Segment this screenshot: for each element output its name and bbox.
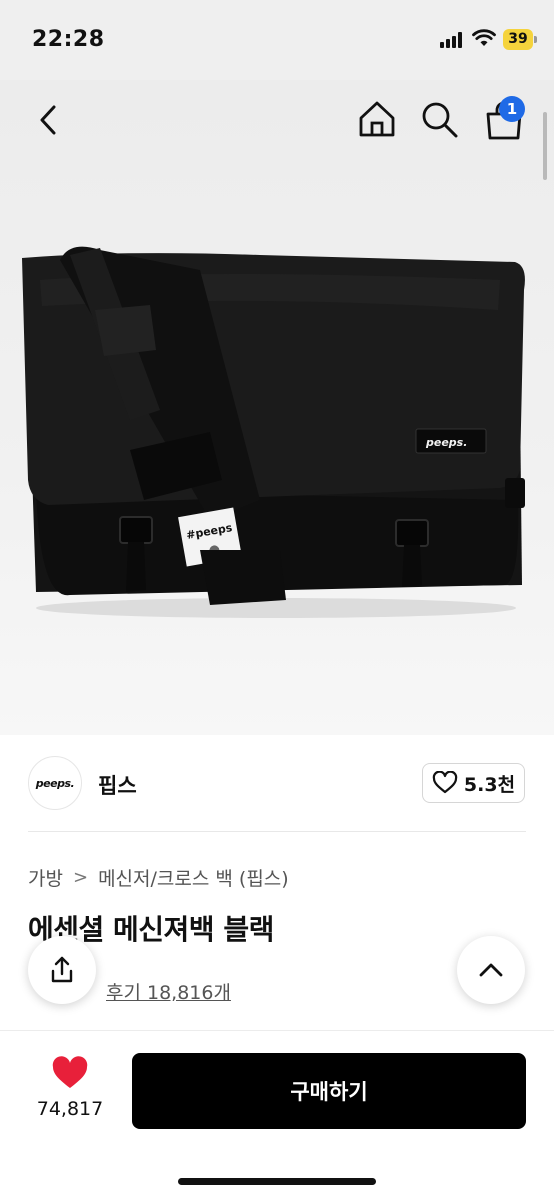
breadcrumb: 가방 > 메신저/크로스 백 (핍스) — [28, 864, 289, 891]
chevron-left-icon[interactable] — [30, 100, 70, 140]
search-icon[interactable] — [418, 98, 460, 140]
battery-indicator: 39 — [503, 29, 533, 50]
scroll-indicator[interactable] — [543, 112, 547, 180]
breadcrumb-item-bag[interactable]: 가방 — [28, 864, 63, 891]
brand-logo[interactable]: peeps. — [28, 756, 82, 810]
cart-badge: 1 — [499, 96, 525, 122]
breadcrumb-separator: > — [72, 867, 89, 888]
share-icon — [51, 956, 73, 983]
wifi-icon — [472, 29, 496, 46]
divider — [28, 831, 526, 832]
product-image: peeps. #peeps — [0, 80, 554, 735]
chevron-up-icon — [479, 963, 503, 977]
bag-illustration: peeps. #peeps — [22, 246, 525, 618]
heart-outline-icon — [432, 771, 458, 794]
wish-count: 74,817 — [36, 1098, 104, 1120]
status-time: 22:28 — [32, 27, 105, 52]
scroll-top-button[interactable] — [457, 936, 525, 1004]
brand-name[interactable]: 핍스 — [98, 770, 137, 800]
wish-button[interactable]: 74,817 — [28, 1056, 112, 1130]
bag-label: peeps. — [425, 436, 467, 449]
home-icon[interactable] — [356, 98, 398, 140]
review-link[interactable]: 후기 18,816개 — [106, 978, 231, 1005]
home-indicator[interactable] — [178, 1178, 376, 1185]
status-bar: 22:28 39 — [0, 0, 554, 80]
heart-filled-icon — [52, 1056, 88, 1088]
brand-like-button[interactable]: 5.3천 — [422, 763, 525, 803]
breadcrumb-item-messenger[interactable]: 메신저/크로스 백 (핍스) — [98, 864, 289, 891]
battery-nub — [534, 36, 537, 43]
buy-button[interactable]: 구매하기 — [132, 1053, 526, 1129]
share-button[interactable] — [28, 936, 96, 1004]
brand-like-count: 5.3천 — [463, 773, 516, 796]
signal-icon — [440, 32, 466, 48]
